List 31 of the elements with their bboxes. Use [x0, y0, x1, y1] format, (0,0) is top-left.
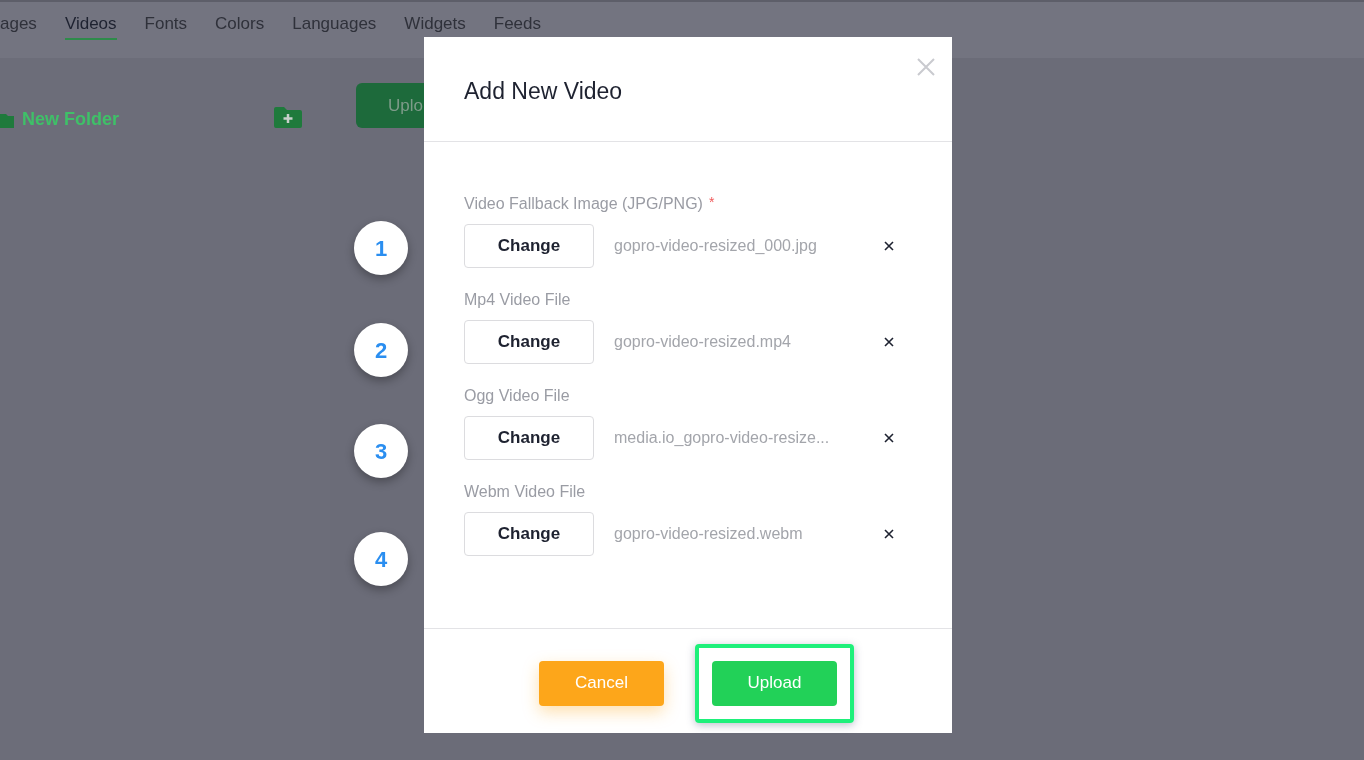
cancel-button[interactable]: Cancel — [539, 660, 664, 706]
nav-tab[interactable]: Languages — [292, 10, 377, 40]
file-name: gopro-video-resized.webm — [614, 524, 804, 544]
nav-tab[interactable]: Feeds — [493, 10, 542, 40]
add-folder-icon[interactable] — [274, 106, 302, 128]
file-name: media.io_gopro-video-resize... — [614, 428, 831, 448]
required-asterisk: * — [708, 193, 715, 212]
nav-tab[interactable]: Fonts — [144, 10, 188, 40]
file-name: gopro-video-resized.mp4 — [614, 332, 792, 352]
field-label: Webm Video File — [464, 482, 586, 502]
change-button[interactable]: Change — [464, 320, 594, 364]
nav-tab[interactable]: Widgets — [404, 10, 466, 40]
remove-icon[interactable] — [884, 433, 894, 443]
upload-button[interactable]: Upload — [712, 660, 837, 706]
nav-tab[interactable]: Colors — [215, 10, 265, 40]
change-button[interactable]: Change — [464, 416, 594, 460]
upload-button[interactable]: Uplo — [356, 83, 424, 128]
change-button[interactable]: Change — [464, 224, 594, 268]
modal-title: Add New Video — [464, 76, 623, 106]
field-label: Ogg Video File — [464, 386, 570, 406]
remove-icon[interactable] — [884, 529, 894, 539]
field-label: Video Fallback Image (JPG/PNG) — [464, 194, 703, 214]
file-name: gopro-video-resized_000.jpg — [614, 236, 818, 256]
remove-icon[interactable] — [884, 241, 894, 251]
change-button[interactable]: Change — [464, 512, 594, 556]
folder-icon — [0, 111, 14, 128]
remove-icon[interactable] — [884, 337, 894, 347]
new-folder-link[interactable]: New Folder — [22, 106, 119, 133]
field-label: Mp4 Video File — [464, 290, 571, 310]
nav-tab[interactable]: ages — [0, 10, 37, 40]
nav-tab[interactable]: Videos — [64, 10, 117, 40]
